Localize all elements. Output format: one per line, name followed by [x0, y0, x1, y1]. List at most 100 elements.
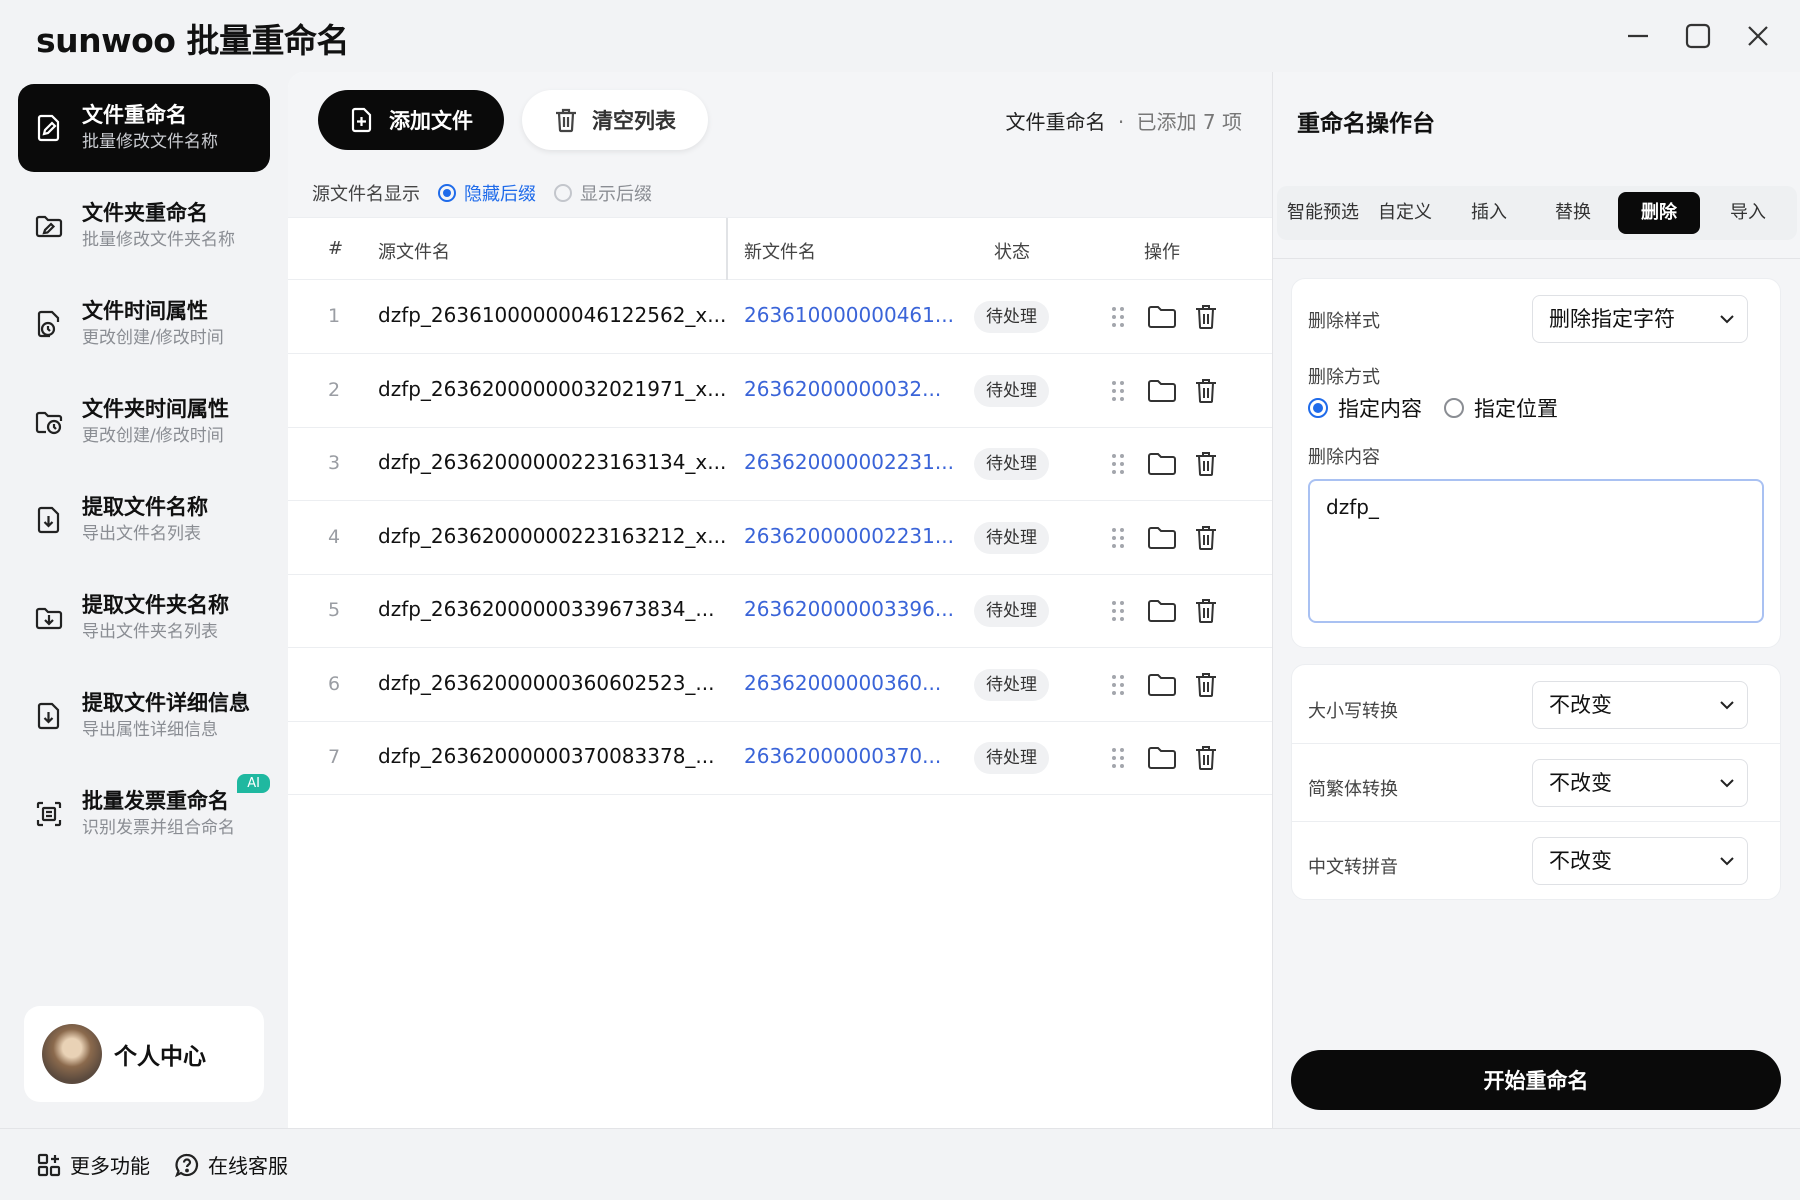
tab-delete[interactable]: 删除: [1618, 192, 1700, 234]
delete-row-icon[interactable]: [1192, 522, 1220, 554]
sidebar-item-file-rename[interactable]: 文件重命名 批量修改文件名称: [18, 84, 270, 172]
sidebar-item-folder-rename[interactable]: 文件夹重命名 批量修改文件夹名称: [18, 182, 270, 270]
open-folder-icon[interactable]: [1146, 375, 1178, 407]
delete-row-icon[interactable]: [1192, 448, 1220, 480]
sidebar-item-file-time[interactable]: 文件时间属性 更改创建/修改时间: [18, 280, 270, 368]
new-filename: 263620000002231...: [744, 450, 954, 474]
delete-content-label: 删除内容: [1308, 447, 1380, 468]
pinyin-select[interactable]: 不改变: [1532, 837, 1748, 885]
table-row[interactable]: 1 dzfp_26361000000046122562_x... 263610000…: [288, 281, 1272, 354]
source-filename: dzfp_26362000000339673834_...: [378, 597, 715, 621]
close-icon[interactable]: [1736, 14, 1780, 58]
tab-smart-preset[interactable]: 智能预选: [1283, 192, 1363, 234]
sidebar-item-label: 文件时间属性: [82, 299, 208, 323]
drag-handle-icon[interactable]: [1108, 522, 1128, 554]
show-extension-label: 显示后缀: [580, 183, 652, 205]
mode-content-radio[interactable]: 指定内容: [1308, 393, 1422, 423]
drag-handle-icon[interactable]: [1108, 595, 1128, 627]
tab-insert[interactable]: 插入: [1449, 192, 1529, 234]
online-support-label: 在线客服: [208, 1154, 288, 1178]
delete-content-input[interactable]: [1308, 479, 1764, 623]
source-filename: dzfp_26362000000223163212_x...: [378, 523, 727, 548]
trad-simplified-select[interactable]: 不改变: [1532, 759, 1748, 807]
drag-handle-icon[interactable]: [1108, 448, 1128, 480]
table-row[interactable]: 6 dzfp_26362000000360602523_... 2636200000…: [288, 649, 1272, 722]
tab-import[interactable]: 导入: [1703, 192, 1793, 234]
pinyin-value: 不改变: [1549, 849, 1612, 873]
status-badge: 待处理: [974, 301, 1049, 333]
table-row[interactable]: 5 dzfp_26362000000339673834_... 2636200000…: [288, 575, 1272, 648]
sidebar-item-label: 批量发票重命名: [82, 789, 229, 813]
ai-badge: AI: [237, 774, 270, 793]
minimize-icon[interactable]: [1616, 14, 1660, 58]
divider: [1292, 821, 1780, 822]
sidebar-item-folder-time[interactable]: 文件夹时间属性 更改创建/修改时间: [18, 378, 270, 466]
col-source: 源文件名: [378, 242, 450, 263]
operation-tabs: 智能预选 自定义 插入 替换 删除 导入: [1277, 186, 1797, 240]
open-folder-icon[interactable]: [1146, 595, 1178, 627]
table-row[interactable]: 3 dzfp_26362000000223163134_x... 263620000…: [288, 428, 1272, 501]
sidebar-item-invoice-rename[interactable]: 批量发票重命名 识别发票并组合命名 AI: [18, 770, 270, 858]
case-conversion-value: 不改变: [1549, 693, 1612, 717]
drag-handle-icon[interactable]: [1108, 375, 1128, 407]
sidebar-item-sub: 更改创建/修改时间: [82, 426, 224, 446]
sidebar-item-extract-file-names[interactable]: 提取文件名称 导出文件名列表: [18, 476, 270, 564]
delete-row-icon[interactable]: [1192, 301, 1220, 333]
open-folder-icon[interactable]: [1146, 742, 1178, 774]
profile-card[interactable]: 个人中心: [24, 1006, 264, 1102]
show-extension-radio[interactable]: 显示后缀: [554, 180, 652, 206]
sidebar-item-sub: 导出文件夹名列表: [82, 622, 218, 642]
trad-simplified-label: 简繁体转换: [1308, 779, 1398, 800]
mode-content-label: 指定内容: [1338, 397, 1422, 421]
sidebar-item-label: 文件夹时间属性: [82, 397, 229, 421]
more-features-button[interactable]: 更多功能: [36, 1150, 150, 1179]
source-filename: dzfp_26362000000360602523_...: [378, 670, 715, 695]
table-header: # 源文件名 新文件名 状态 操作: [288, 218, 1272, 280]
display-label: 源文件名显示: [312, 183, 420, 205]
sidebar-item-label: 文件重命名: [82, 103, 187, 127]
start-rename-button[interactable]: 开始重命名: [1291, 1050, 1781, 1110]
drag-handle-icon[interactable]: [1108, 301, 1128, 333]
file-clock-icon: [32, 307, 66, 341]
tab-custom[interactable]: 自定义: [1365, 192, 1445, 234]
sidebar-item-sub: 识别发票并组合命名: [82, 818, 235, 838]
table-row[interactable]: 4 dzfp_26362000000223163212_x... 263620000…: [288, 502, 1272, 575]
clear-list-button[interactable]: 清空列表: [522, 90, 708, 150]
delete-style-select[interactable]: 删除指定字符: [1532, 295, 1748, 343]
table-row[interactable]: 7 dzfp_26362000000370083378_... 2636200000…: [288, 722, 1272, 795]
open-folder-icon[interactable]: [1146, 448, 1178, 480]
column-resizer[interactable]: [726, 218, 728, 280]
sidebar-item-label: 提取文件详细信息: [82, 691, 250, 715]
mode-position-radio[interactable]: 指定位置: [1444, 393, 1558, 423]
delete-style-value: 删除指定字符: [1549, 307, 1675, 331]
case-conversion-select[interactable]: 不改变: [1532, 681, 1748, 729]
delete-row-icon[interactable]: [1192, 375, 1220, 407]
maximize-icon[interactable]: [1676, 14, 1720, 58]
online-support-button[interactable]: 在线客服: [174, 1150, 288, 1179]
add-file-button[interactable]: 添加文件: [318, 90, 504, 150]
status-badge: 待处理: [974, 521, 1049, 554]
row-number: 2: [328, 378, 341, 401]
avatar: [42, 1024, 102, 1084]
delete-row-icon[interactable]: [1192, 669, 1220, 701]
drag-handle-icon[interactable]: [1108, 742, 1128, 774]
source-filename: dzfp_26361000000046122562_x...: [378, 303, 727, 327]
delete-row-icon[interactable]: [1192, 742, 1220, 774]
delete-row-icon[interactable]: [1192, 595, 1220, 627]
sidebar-item-sub: 更改创建/修改时间: [82, 328, 224, 348]
invoice-scan-icon: [32, 797, 66, 831]
table-row[interactable]: 2 dzfp_26362000000032021971_x... 263620000…: [288, 355, 1272, 428]
sidebar-item-extract-file-details[interactable]: 提取文件详细信息 导出属性详细信息: [18, 672, 270, 760]
drag-handle-icon[interactable]: [1108, 669, 1128, 701]
tab-replace[interactable]: 替换: [1533, 192, 1613, 234]
chevron-down-icon: [1720, 701, 1734, 710]
sidebar-item-extract-folder-names[interactable]: 提取文件夹名称 导出文件夹名列表: [18, 574, 270, 662]
new-filename: 26362000000032...: [744, 376, 942, 401]
sidebar-item-label: 文件夹重命名: [82, 201, 208, 225]
open-folder-icon[interactable]: [1146, 522, 1178, 554]
console-title: 重命名操作台: [1297, 111, 1435, 137]
open-folder-icon[interactable]: [1146, 669, 1178, 701]
hide-extension-radio[interactable]: 隐藏后缀: [438, 180, 536, 206]
open-folder-icon[interactable]: [1146, 301, 1178, 333]
delete-mode-label: 删除方式: [1308, 367, 1380, 388]
